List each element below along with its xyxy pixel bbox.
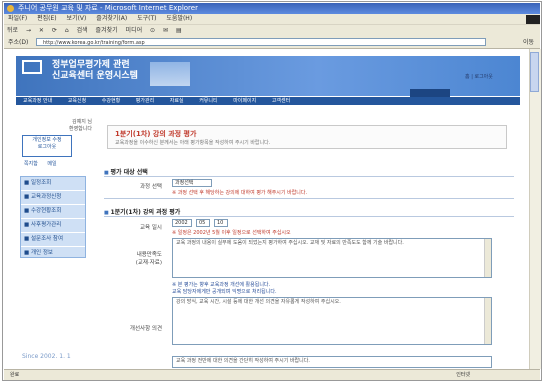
- period-year-select[interactable]: 2002: [172, 219, 192, 227]
- page-scrollbar-thumb[interactable]: [530, 52, 539, 92]
- course-select[interactable]: 과정선택: [172, 179, 212, 187]
- menu-edit[interactable]: 편집(E): [37, 15, 57, 22]
- menu-view[interactable]: 보기(V): [67, 15, 87, 22]
- nav-item-support[interactable]: 고객센터: [272, 98, 290, 104]
- building-image: [150, 62, 190, 86]
- opinion-label: 개선사항 의견: [129, 326, 162, 332]
- opinion-textarea[interactable]: 강의 방식, 교육 시간, 시설 등에 대한 개선 의견을 자유롭게 작성하여 …: [172, 297, 492, 345]
- user-name: 김예지 님: [72, 119, 92, 125]
- nav-item-courses[interactable]: 교육과정 안내: [23, 98, 52, 104]
- browser-toolbar: 뒤로 → ✕ ⟳ ⌂ 검색 즐겨찾기 미디어 ⊙ ✉ ▤: [4, 24, 540, 37]
- refresh-button[interactable]: ⟳: [52, 27, 57, 34]
- sidebar-item-evaluation[interactable]: ■ 사후평가관리: [21, 219, 85, 233]
- go-button[interactable]: 이동: [523, 37, 534, 48]
- divider: [104, 176, 514, 177]
- home-button[interactable]: ⌂: [65, 27, 69, 34]
- search-button[interactable]: 검색: [77, 27, 88, 34]
- mail-link[interactable]: 메일: [47, 161, 56, 167]
- favorites-button[interactable]: 즐겨찾기: [96, 27, 118, 34]
- menu-file[interactable]: 파일(F): [8, 15, 27, 22]
- zone-text: 인터넷: [456, 372, 470, 378]
- browser-window: 주니어 공무원 교육 및 자료 - Microsoft Internet Exp…: [0, 0, 544, 383]
- back-button[interactable]: 뒤로: [7, 27, 18, 34]
- main-nav: 교육과정 안내 교육신청 수강현황 평가관리 자료실 커뮤니티 마이페이지 고객…: [16, 97, 520, 105]
- media-button[interactable]: 미디어: [126, 27, 143, 34]
- user-box: 개인정보 수정 로그아웃: [22, 135, 72, 157]
- ie-icon: [7, 5, 14, 12]
- menu-tools[interactable]: 도구(T): [137, 15, 156, 22]
- address-bar: 주소(D) http://www.korea.go.kr/training/fo…: [4, 37, 540, 49]
- menu-bar: 파일(F) 편집(E) 보기(V) 즐겨찾기(A) 도구(T) 도움말(H): [4, 14, 540, 24]
- since-label: Since 2002. 1. 1: [22, 353, 71, 360]
- sidebar-item-survey[interactable]: ■ 설문조사 참여: [21, 233, 85, 247]
- course-note: ※ 과정 선택 후 해당하는 강의에 대하여 평가 해주시기 바랍니다.: [172, 190, 308, 196]
- divider: [104, 198, 514, 199]
- nav-active-indicator: [410, 89, 450, 97]
- nav-item-status[interactable]: 수강현황: [102, 98, 120, 104]
- logout-link[interactable]: 로그아웃: [23, 144, 71, 151]
- nav-item-community[interactable]: 커뮤니티: [199, 98, 217, 104]
- content-satisfaction-text: 교육 과정의 내용이 실무에 도움이 되었는지 평가하여 주십시오. 교재 및 …: [176, 240, 404, 246]
- status-bar: 완료 인터넷: [4, 369, 540, 380]
- nav-item-apply[interactable]: 교육신청: [68, 98, 86, 104]
- page-scrollbar[interactable]: [529, 49, 541, 369]
- privacy-note-line2: 교육 담당자에게만 공개되며 익명으로 처리됩니다.: [172, 289, 277, 295]
- windows-logo-icon: [526, 15, 540, 24]
- print-button[interactable]: ▤: [176, 27, 182, 34]
- period-hint: ※ 일정은 2002년 5월 이후 일정으로 선택하여 주십시오: [172, 230, 291, 236]
- stop-button[interactable]: ✕: [39, 27, 44, 34]
- nav-item-evaluation[interactable]: 평가관리: [136, 98, 154, 104]
- sidebar-item-status[interactable]: ■ 수강현황조회: [21, 205, 85, 219]
- user-links: 쪽지함 메일: [24, 160, 57, 167]
- mail-button[interactable]: ✉: [163, 27, 168, 34]
- opinion-text: 강의 방식, 교육 시간, 시설 등에 대한 개선 의견을 자유롭게 작성하여 …: [176, 299, 341, 305]
- textarea-scrollbar[interactable]: [484, 298, 491, 344]
- nav-item-mypage[interactable]: 마이페이지: [233, 98, 256, 104]
- sidebar-item-schedule[interactable]: ■ 일정조회: [21, 177, 85, 191]
- sidebar-item-apply[interactable]: ■ 교육과정신청: [21, 191, 85, 205]
- sidebar-menu: ■ 일정조회 ■ 교육과정신청 ■ 수강현황조회 ■ 사후평가관리 ■ 설문조사…: [20, 176, 86, 261]
- privacy-note-line1: ※ 본 평가는 향후 교육과정 개선에 활용됩니다.: [172, 282, 271, 288]
- history-button[interactable]: ⊙: [150, 27, 155, 34]
- window-title: 주니어 공무원 교육 및 자료 - Microsoft Internet Exp…: [18, 4, 198, 12]
- course-label: 과정 선택: [140, 184, 162, 190]
- period-label: 교육 일시: [140, 225, 162, 231]
- address-label: 주소(D): [8, 39, 29, 46]
- content-satisfaction-label: 내용만족도 (교재·자료): [135, 252, 162, 266]
- content-satisfaction-textarea[interactable]: 교육 과정의 내용이 실무에 도움이 되었는지 평가하여 주십시오. 교재 및 …: [172, 238, 492, 278]
- site-logo-icon[interactable]: [22, 60, 42, 74]
- sidebar-item-profile[interactable]: ■ 개인 정보: [21, 247, 85, 261]
- edit-profile-link[interactable]: 개인정보 수정: [23, 137, 71, 144]
- bottom-text: 교육 과정 전반에 대한 의견을 간단히 작성하여 주시기 바랍니다.: [176, 358, 310, 364]
- textarea-scrollbar[interactable]: [484, 239, 491, 277]
- menu-favorites[interactable]: 즐겨찾기(A): [96, 15, 127, 22]
- page-subtitle: 교육과정을 이수하신 분께서는 아래 평가항목을 작성하여 주시기 바랍니다.: [115, 140, 271, 146]
- inbox-link[interactable]: 쪽지함: [24, 161, 38, 167]
- forward-button[interactable]: →: [26, 27, 31, 34]
- top-links[interactable]: 홈 | 로그아웃: [465, 73, 493, 80]
- period-day-select[interactable]: 10: [214, 219, 228, 227]
- page-title: 1분기(1차) 강의 과정 평가: [115, 130, 197, 138]
- nav-item-library[interactable]: 자료실: [170, 98, 184, 104]
- user-welcome: 환영합니다: [68, 126, 92, 132]
- bottom-textarea[interactable]: 교육 과정 전반에 대한 의견을 간단히 작성하여 주시기 바랍니다.: [172, 356, 492, 368]
- address-input[interactable]: http://www.korea.go.kr/training/form.asp: [36, 38, 486, 46]
- divider: [104, 216, 514, 217]
- user-greeting: 김예지 님 환영합니다: [52, 119, 92, 133]
- status-text: 완료: [10, 372, 20, 378]
- section-heading-target: 평가 대상 선택: [104, 167, 147, 176]
- section-heading-evaluation: 1분기(1차) 강의 과정 평가: [104, 207, 180, 216]
- period-month-select[interactable]: 05: [196, 219, 210, 227]
- menu-help[interactable]: 도움말(H): [166, 15, 192, 22]
- window-title-bar: 주니어 공무원 교육 및 자료 - Microsoft Internet Exp…: [4, 3, 540, 14]
